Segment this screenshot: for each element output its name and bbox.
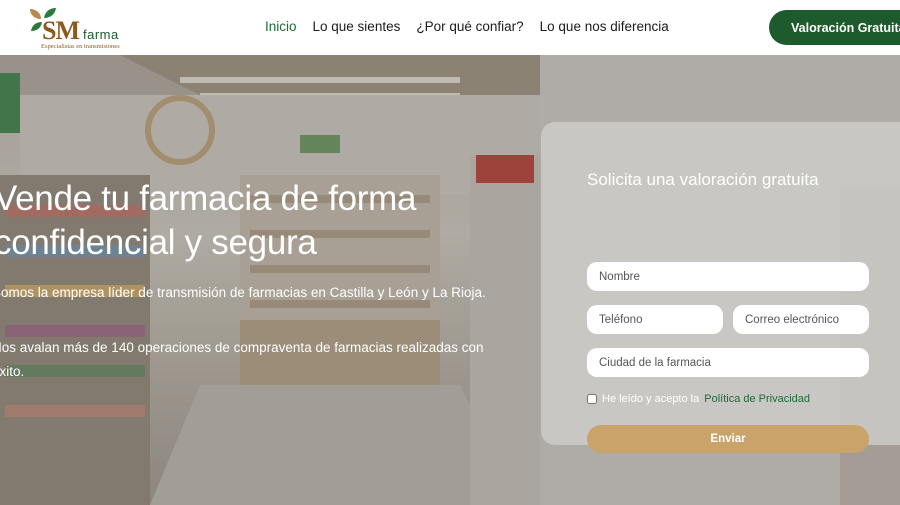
phone-field[interactable] <box>587 305 723 334</box>
main-nav: Inicio Lo que sientes ¿Por qué confiar? … <box>265 18 669 36</box>
privacy-consent-text: He leído y acepto la <box>602 393 700 405</box>
valoracion-gratuita-button[interactable]: Valoración Gratuita <box>769 10 900 45</box>
valuation-form: Solicita una valoración gratuita He leíd… <box>541 122 900 453</box>
hero-paragraph-1: Somos la empresa líder de transmisión de… <box>0 285 486 300</box>
hero-title-line1: Vende tu farmacia de forma <box>0 179 417 218</box>
site-header: SM farma Especialistas en transmisiones … <box>0 0 900 55</box>
nav-item-inicio[interactable]: Inicio <box>265 18 297 36</box>
privacy-policy-link[interactable]: Política de Privacidad <box>704 393 810 405</box>
email-field[interactable] <box>733 305 869 334</box>
hero-paragraph-2: Nos avalan más de 140 operaciones de com… <box>0 340 484 379</box>
logo-tagline: Especialistas en transmisiones <box>41 43 120 50</box>
name-field[interactable] <box>587 262 869 291</box>
hero-section: Vende tu farmacia de forma confidencial … <box>0 55 900 505</box>
nav-item-por-que-confiar[interactable]: ¿Por qué confiar? <box>416 18 523 36</box>
nav-item-lo-que-nos-diferencia[interactable]: Lo que nos diferencia <box>540 18 669 36</box>
nav-item-lo-que-sientes[interactable]: Lo que sientes <box>313 18 401 36</box>
logo-text-sm: SM <box>42 16 80 45</box>
brand-logo[interactable]: SM farma Especialistas en transmisiones <box>28 6 128 50</box>
hero-title-line2: confidencial y segura <box>0 223 317 262</box>
privacy-checkbox[interactable] <box>587 394 597 404</box>
logo-text-farma: farma <box>83 27 119 42</box>
privacy-consent: He leído y acepto la Política de Privaci… <box>587 393 810 405</box>
city-field[interactable] <box>587 348 869 377</box>
submit-button[interactable]: Enviar <box>587 425 869 453</box>
hero-title: Vende tu farmacia de forma confidencial … <box>0 177 494 265</box>
form-title: Solicita una valoración gratuita <box>587 170 819 189</box>
